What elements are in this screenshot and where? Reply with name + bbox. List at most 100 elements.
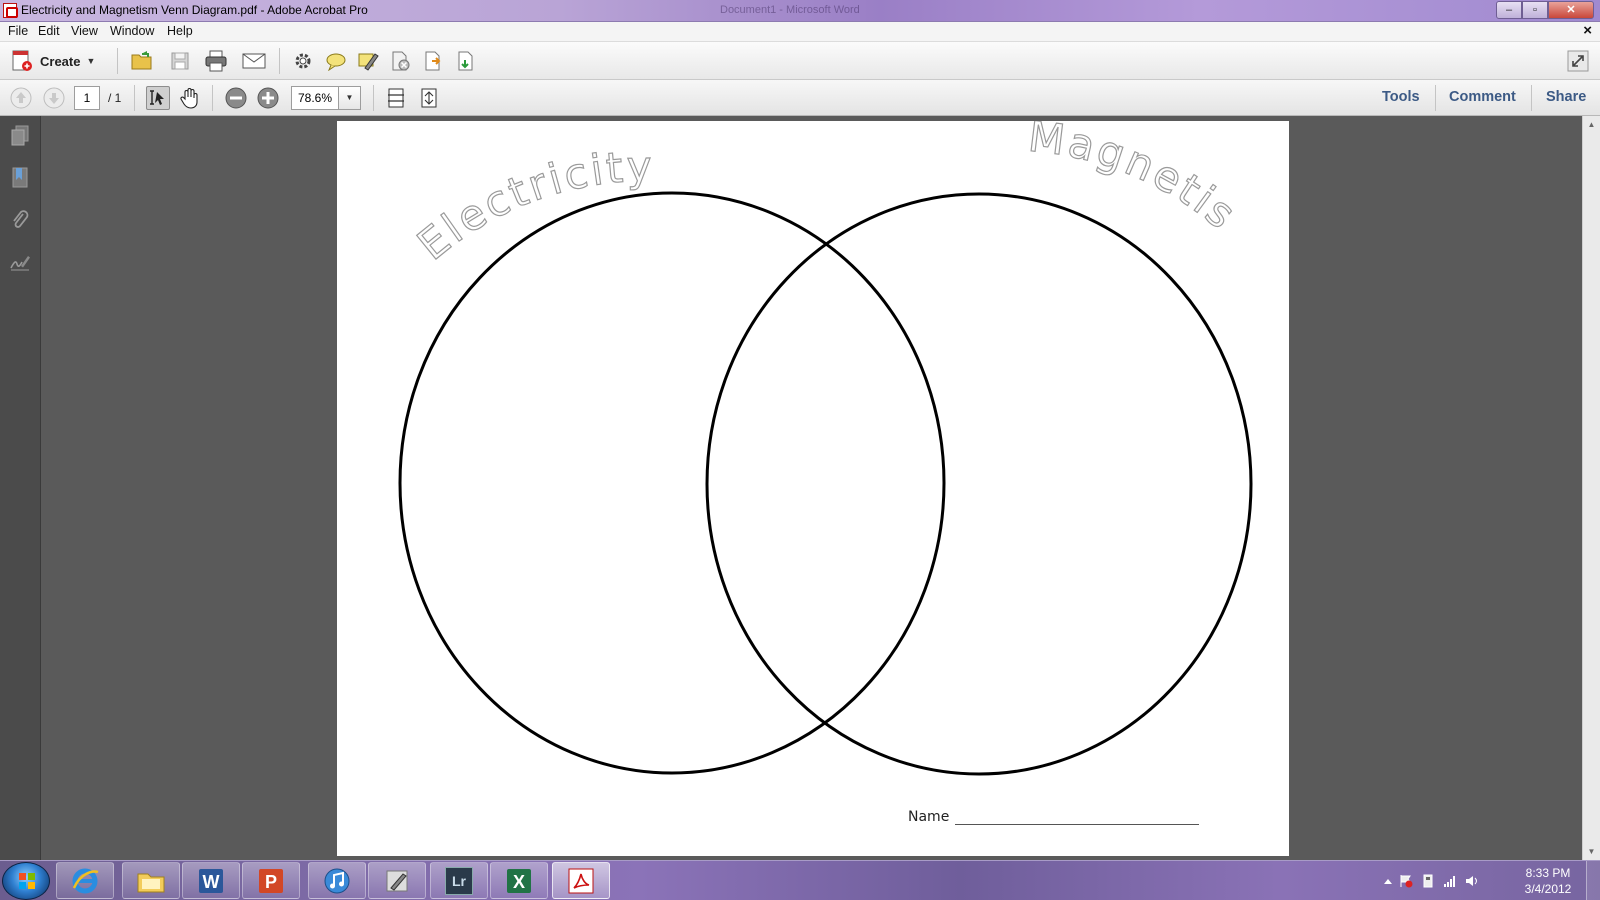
taskbar-powerpoint[interactable]: P — [242, 862, 300, 899]
expand-fullscreen-icon[interactable] — [1566, 49, 1590, 73]
taskbar-windows-explorer[interactable] — [122, 862, 180, 899]
page-number-input[interactable]: 1 — [74, 86, 100, 110]
show-desktop-button[interactable] — [1586, 861, 1600, 900]
svg-text:X: X — [513, 872, 525, 892]
hand-tool-icon[interactable] — [178, 86, 202, 110]
taskbar-internet-explorer[interactable] — [56, 862, 114, 899]
left-navigation-pane — [0, 116, 41, 860]
show-hidden-icons-icon[interactable] — [1381, 874, 1395, 888]
word-icon: W — [199, 868, 223, 893]
open-folder-icon[interactable] — [130, 49, 154, 73]
name-label: Name — [908, 809, 950, 825]
action-center-flag-icon[interactable] — [1399, 874, 1413, 888]
electricity-circle — [398, 191, 946, 775]
minimize-button[interactable]: ‒ — [1496, 1, 1522, 19]
clock-date: 3/4/2012 — [1524, 882, 1572, 896]
name-field: Name — [908, 809, 1200, 825]
electricity-label-text: Electricity — [408, 141, 653, 270]
background-window-title: Document1 - Microsoft Word — [720, 4, 860, 16]
next-page-icon[interactable] — [42, 86, 66, 110]
menu-help[interactable]: Help — [167, 24, 193, 38]
email-icon[interactable] — [242, 49, 266, 73]
previous-page-icon[interactable] — [9, 86, 33, 110]
folder-icon — [137, 873, 165, 892]
svg-text:W: W — [203, 872, 220, 892]
signatures-icon[interactable] — [9, 250, 31, 274]
page-thumbnails-icon[interactable] — [9, 124, 31, 148]
name-underline — [955, 811, 1200, 825]
toolbar-divider — [279, 48, 280, 74]
windows-taskbar: W P Lr X 8:33 PM 3/4/2012 — [0, 860, 1600, 900]
taskbar-itunes[interactable] — [308, 862, 366, 899]
document-remove-icon[interactable] — [388, 49, 412, 73]
pane-divider — [1531, 85, 1532, 111]
menu-bar: File Edit View Window Help × — [0, 22, 1600, 42]
taskbar-word[interactable]: W — [182, 862, 240, 899]
zoom-level-input[interactable]: 78.6% — [291, 86, 339, 110]
taskbar-excel[interactable]: X — [490, 862, 548, 899]
page-total: / 1 — [108, 91, 122, 105]
pen-tool-icon — [386, 870, 408, 891]
fit-page-icon[interactable] — [417, 86, 441, 110]
scroll-down-arrow-icon[interactable]: ▼ — [1583, 843, 1600, 860]
vertical-scrollbar[interactable]: ▲ ▼ — [1582, 116, 1600, 860]
document-viewport[interactable]: Electricity Magnetism Name — [41, 116, 1582, 860]
create-button-label: Create — [40, 53, 81, 69]
toolbar-divider — [134, 85, 135, 111]
venn-diagram: Electricity Magnetism — [337, 121, 1253, 776]
select-cursor-icon[interactable] — [146, 86, 170, 110]
main-toolbar: Create ▼ — [0, 42, 1600, 80]
pane-divider — [1435, 85, 1436, 111]
share-pane-link[interactable]: Share — [1546, 89, 1586, 105]
zoom-dropdown-chevron-icon[interactable]: ▼ — [339, 86, 361, 110]
taskbar-acrobat[interactable] — [552, 862, 610, 899]
comment-pane-link[interactable]: Comment — [1449, 89, 1516, 105]
toolbar-divider — [373, 85, 374, 111]
network-signal-icon[interactable] — [1443, 874, 1457, 888]
highlight-pen-icon[interactable] — [356, 49, 380, 73]
taskbar-pen-tool[interactable] — [368, 862, 426, 899]
create-button[interactable]: Create ▼ — [10, 49, 95, 73]
menu-view[interactable]: View — [71, 24, 98, 38]
taskbar-lightroom[interactable]: Lr — [430, 862, 488, 899]
windows-logo-icon — [19, 873, 35, 889]
lightroom-icon: Lr — [445, 866, 473, 895]
start-button[interactable] — [2, 862, 50, 900]
zoom-out-icon[interactable] — [224, 86, 248, 110]
clock-time: 8:33 PM — [1525, 866, 1571, 880]
tools-pane-link[interactable]: Tools — [1382, 89, 1420, 105]
menu-window[interactable]: Window — [110, 24, 154, 38]
excel-icon: X — [507, 868, 531, 893]
acrobat-app-icon[interactable] — [3, 3, 18, 18]
toolbar-divider — [212, 85, 213, 111]
volume-speaker-icon[interactable] — [1465, 874, 1479, 888]
document-export-icon[interactable] — [421, 49, 445, 73]
attachments-paperclip-icon[interactable] — [9, 208, 31, 232]
comment-bubble-icon[interactable] — [324, 49, 348, 73]
title-bar: Electricity and Magnetism Venn Diagram.p… — [0, 0, 1600, 22]
taskbar-clock[interactable]: 8:33 PM 3/4/2012 — [1518, 865, 1578, 897]
fit-width-icon[interactable] — [384, 86, 408, 110]
menu-edit[interactable]: Edit — [38, 24, 60, 38]
navigation-toolbar: 1 / 1 78.6% ▼ Tools Comment Share — [0, 80, 1600, 116]
magnetism-circle — [705, 192, 1253, 776]
settings-gear-icon[interactable] — [291, 49, 315, 73]
bookmarks-icon[interactable] — [9, 166, 31, 190]
print-icon[interactable] — [204, 49, 228, 73]
close-document-button[interactable]: × — [1583, 22, 1592, 39]
zoom-in-icon[interactable] — [256, 86, 280, 110]
itunes-icon — [324, 868, 350, 893]
document-import-icon[interactable] — [454, 49, 478, 73]
powerpoint-icon: P — [259, 868, 283, 893]
restore-button[interactable]: ▫ — [1522, 1, 1548, 19]
internet-explorer-icon — [72, 868, 99, 893]
scroll-up-arrow-icon[interactable]: ▲ — [1583, 116, 1600, 133]
save-icon[interactable] — [168, 49, 192, 73]
chevron-down-icon: ▼ — [86, 56, 96, 66]
close-window-button[interactable]: ✕ — [1548, 1, 1594, 19]
safely-remove-hardware-icon[interactable] — [1421, 874, 1435, 888]
acrobat-icon — [568, 868, 594, 893]
electricity-label: Electricity — [408, 142, 655, 270]
lightroom-icon-label: Lr — [452, 872, 466, 889]
menu-file[interactable]: File — [8, 24, 28, 38]
